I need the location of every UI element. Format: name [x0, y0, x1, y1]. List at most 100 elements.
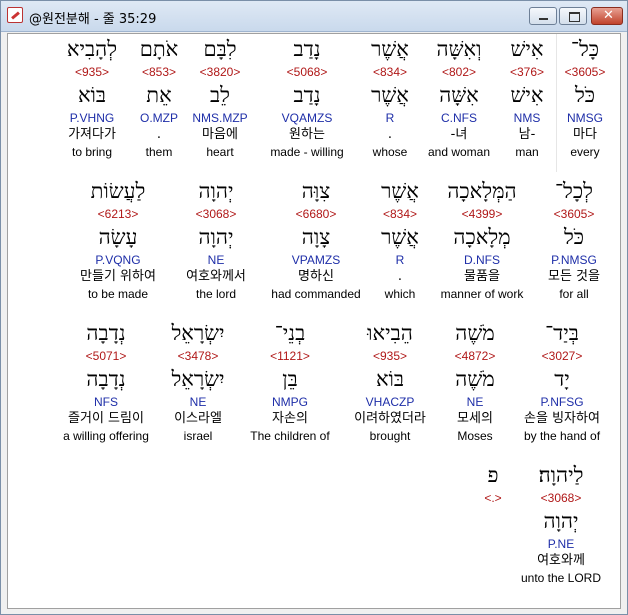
korean-gloss: 만들기 위하여	[80, 269, 156, 284]
close-button[interactable]: ✕	[591, 7, 623, 25]
korean-gloss: 모든 것을	[548, 269, 600, 284]
korean-gloss: -녀	[450, 127, 468, 142]
word-column[interactable]: בְּיַד־ <3027> יָד P.NFSG 손을 빙자하여 by the…	[512, 318, 612, 444]
korean-gloss: 명하신	[298, 269, 334, 284]
strong-number[interactable]: <5071>	[54, 348, 158, 364]
strong-number[interactable]: <6213>	[66, 206, 170, 222]
strong-number[interactable]: <834>	[368, 206, 432, 222]
hebrew-word: הַמְּלָאכָה	[447, 179, 517, 203]
english-gloss: had commanded	[271, 287, 361, 301]
word-column[interactable]: יְהוָה <3068> יְהוָה NE 여호와께서 the lord	[174, 176, 258, 302]
lemma-word: עָשָׂה	[98, 225, 138, 249]
lemma-word: נָדַב	[293, 83, 321, 107]
strong-number[interactable]: <3605>	[556, 64, 614, 80]
word-column[interactable]: בְנֵי־ <1121> בֵּן NMPG 자손의 The children…	[238, 318, 342, 444]
english-gloss: brought	[369, 429, 411, 443]
english-gloss: heart	[206, 145, 234, 159]
strong-number[interactable]: <376>	[502, 64, 552, 80]
morphology-code: VHACZP	[365, 395, 415, 409]
strong-number[interactable]: <3068>	[174, 206, 258, 222]
korean-gloss: 여호와께	[537, 553, 585, 568]
hebrew-word: צִוָּה	[301, 179, 331, 203]
word-column[interactable]: אֹתָם <853> אֵת O.MZP . them	[132, 34, 186, 160]
strong-number[interactable]: <5068>	[258, 64, 356, 80]
hebrew-word: לִבָּם	[203, 37, 237, 61]
strong-number[interactable]: <3027>	[512, 348, 612, 364]
word-column[interactable]: וְאִשָּׁה <802> אִשָּׁה C.NFS -녀 and wom…	[422, 34, 496, 160]
english-gloss: man	[515, 145, 539, 159]
morphology-code: NFS	[94, 395, 118, 409]
morphology-code: P.NMSG	[551, 253, 597, 267]
word-column[interactable]: כָּל־ <3605> כֹּל NMSG 마다 every	[556, 34, 614, 160]
lemma-word: אֲשֶׁר	[381, 225, 419, 249]
word-column[interactable]: אֲשֶׁר <834> אֲשֶׁר R . whose	[358, 34, 422, 160]
english-gloss: manner of work	[440, 287, 524, 301]
strong-number[interactable]: <802>	[422, 64, 496, 80]
hebrew-word: הֵבִיאוּ	[367, 321, 413, 345]
title-bar[interactable]: @원전분해 - 줄 35:29 ✕	[1, 1, 627, 32]
word-column[interactable]: אִישׁ <376> אִישׁ NMS 남- man	[502, 34, 552, 160]
strong-number[interactable]: <3820>	[188, 64, 252, 80]
hebrew-word: בְנֵי־	[274, 321, 306, 345]
english-gloss: to be made	[87, 287, 149, 301]
korean-gloss: 물품을	[464, 269, 500, 284]
morphology-code: C.NFS	[441, 111, 477, 125]
word-column[interactable]: לַיהוָה׃ <3068> יְהוָה P.NE 여호와께 unto th…	[514, 460, 608, 586]
korean-gloss: 자손의	[272, 411, 308, 426]
word-column[interactable]: לְכָל־ <3605> כֹּל P.NMSG 모든 것을 for all	[540, 176, 608, 302]
strong-number[interactable]: <4399>	[432, 206, 532, 222]
strong-number[interactable]: <935>	[340, 348, 440, 364]
morphology-code: NE	[207, 253, 225, 267]
word-column[interactable]: פ <.>	[476, 460, 510, 506]
word-column[interactable]: לַעֲשׂוֹת <6213> עָשָׂה P.VQNG 만들기 위하여 t…	[66, 176, 170, 302]
strong-number[interactable]: <3605>	[540, 206, 608, 222]
maximize-button[interactable]	[559, 7, 587, 25]
english-gloss: for all	[559, 287, 589, 301]
morphology-code: NMS.MZP	[192, 111, 248, 125]
word-column[interactable]: הֵבִיאוּ <935> בּוֹא VHACZP 이려하였더라 broug…	[340, 318, 440, 444]
strong-number[interactable]: <3068>	[514, 490, 608, 506]
hebrew-word: לְכָל־	[555, 179, 593, 203]
korean-gloss: 가져다가	[68, 127, 116, 142]
strong-number[interactable]: <935>	[54, 64, 130, 80]
hebrew-word: פ	[487, 463, 499, 487]
english-gloss: whose	[372, 145, 408, 159]
hebrew-word: נְדָבָה	[86, 321, 126, 345]
close-icon: ✕	[603, 8, 614, 23]
word-column[interactable]: יִשְׂרָאֵל <3478> יִשְׂרָאֵל NE 이스라엘 isr…	[158, 318, 238, 444]
lemma-word: אֲשֶׁר	[371, 83, 409, 107]
korean-gloss: 마다	[573, 127, 597, 142]
strong-number[interactable]: <834>	[358, 64, 422, 80]
word-column[interactable]: נָדַב <5068> נָדַב VQAMZS 원하는 made - wil…	[258, 34, 356, 160]
korean-gloss: .	[156, 127, 162, 142]
strong-number[interactable]: <4872>	[444, 348, 506, 364]
lemma-word: מֹשֶׁה	[455, 367, 495, 391]
lemma-word: נְדָבָה	[86, 367, 126, 391]
app-icon[interactable]	[7, 7, 23, 23]
word-column[interactable]: נְדָבָה <5071> נְדָבָה NFS 즐거이 드림이 a wil…	[54, 318, 158, 444]
strong-number[interactable]: <6680>	[266, 206, 366, 222]
minimize-button[interactable]	[529, 7, 557, 25]
english-gloss: the lord	[195, 287, 237, 301]
word-column[interactable]: לְהָבִיא <935> בּוֹא P.VHNG 가져다가 to brin…	[54, 34, 130, 160]
word-column[interactable]: צִוָּה <6680> צָוָה VPAMZS 명하신 had comma…	[266, 176, 366, 302]
english-gloss: and woman	[427, 145, 491, 159]
hebrew-word: אֲשֶׁר	[381, 179, 419, 203]
strong-number[interactable]: <.>	[476, 490, 510, 506]
strong-number[interactable]: <853>	[132, 64, 186, 80]
word-column[interactable]: מֹשֶׁה <4872> מֹשֶׁה NE 모세의 Moses	[444, 318, 506, 444]
english-gloss: The children of	[250, 429, 330, 443]
hebrew-word: כָּל־	[570, 37, 600, 61]
hebrew-word: בְּיַד־	[545, 321, 579, 345]
lemma-word: לֵב	[210, 83, 230, 107]
maximize-icon	[569, 12, 580, 22]
minimize-icon	[539, 18, 548, 20]
strong-number[interactable]: <3478>	[158, 348, 238, 364]
morphology-code: NMPG	[272, 395, 308, 409]
word-column[interactable]: לִבָּם <3820> לֵב NMS.MZP 마음에 heart	[188, 34, 252, 160]
word-column[interactable]: הַמְּלָאכָה <4399> מְלָאכָה D.NFS 물품을 ma…	[432, 176, 532, 302]
strong-number[interactable]: <1121>	[238, 348, 342, 364]
lemma-word: כֹּל	[563, 225, 585, 249]
hebrew-word: אֲשֶׁר	[371, 37, 409, 61]
word-column[interactable]: אֲשֶׁר <834> אֲשֶׁר R . which	[368, 176, 432, 302]
